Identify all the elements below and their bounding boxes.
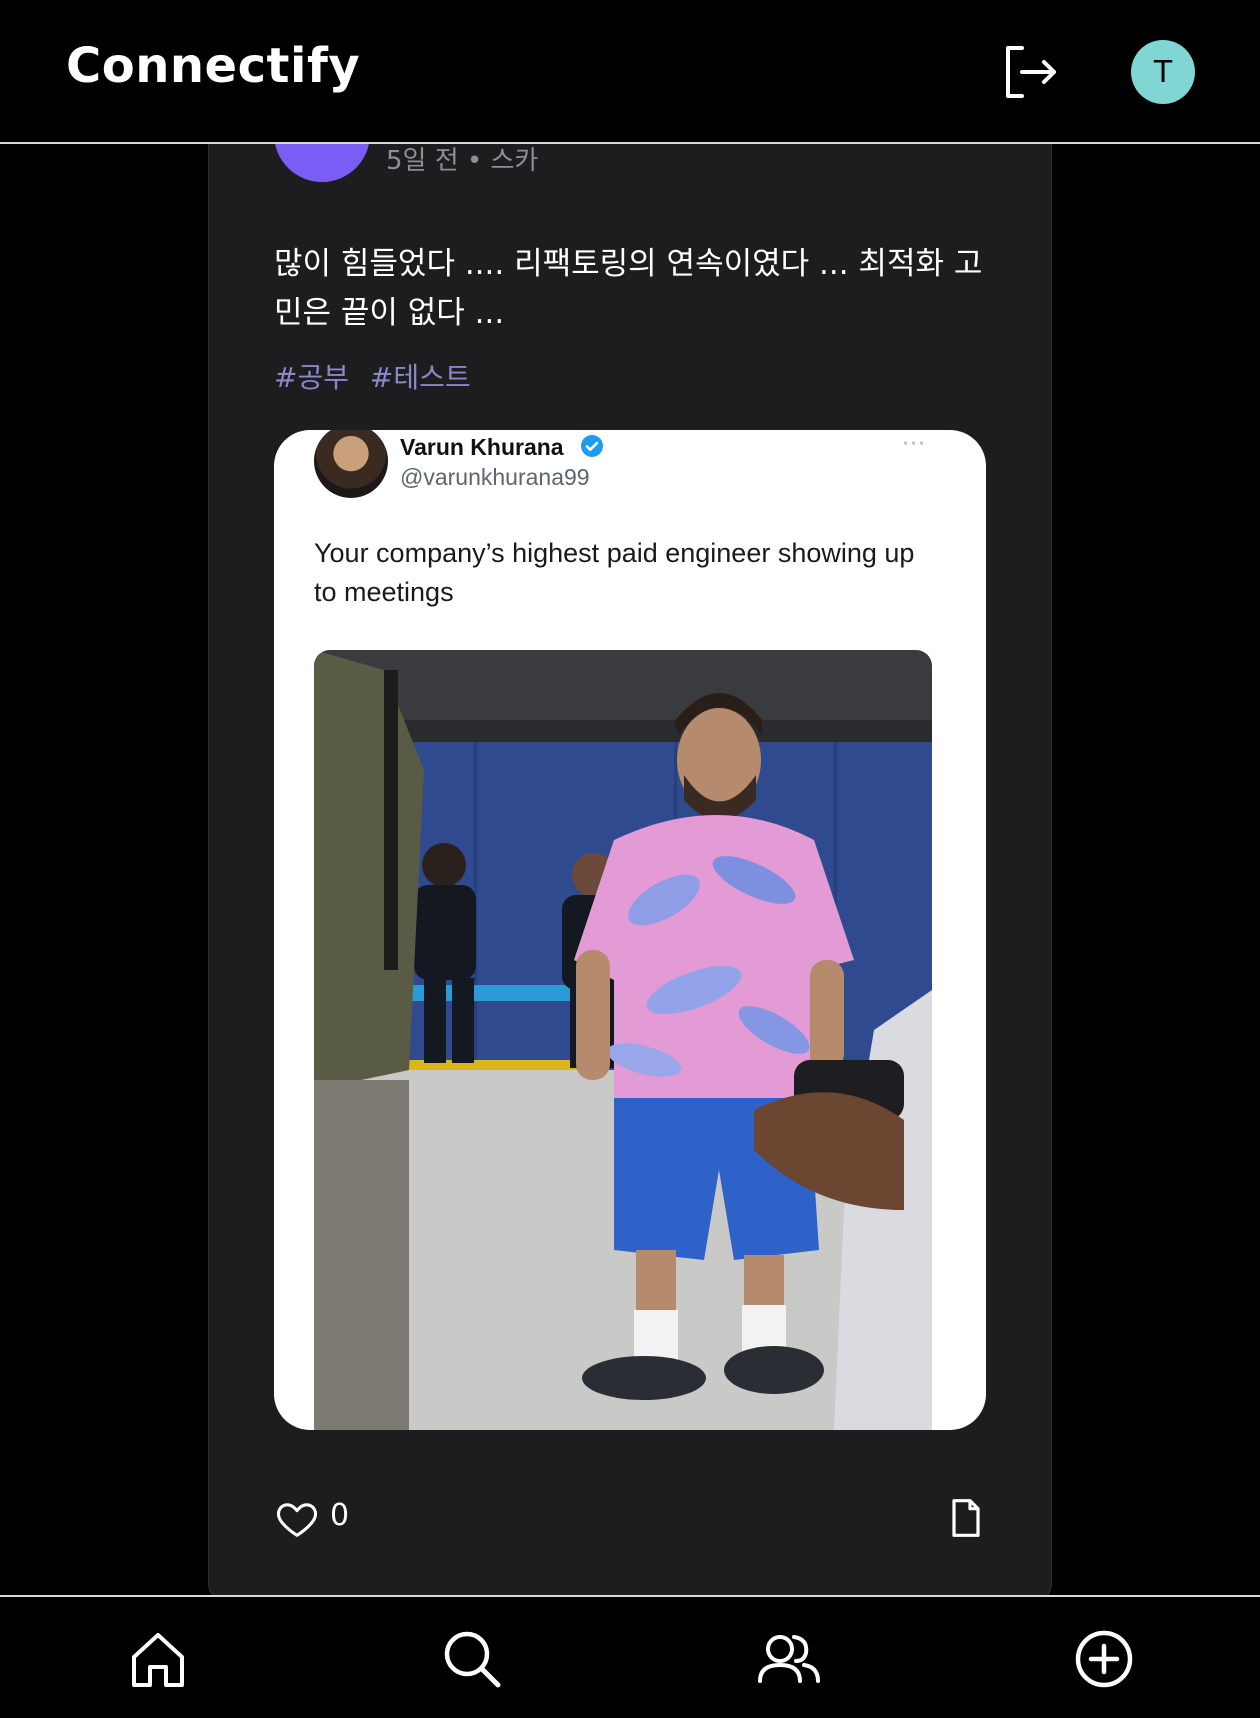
like-count: 0 (330, 1498, 350, 1533)
document-icon[interactable] (950, 1498, 982, 1538)
add-circle-icon[interactable] (1072, 1627, 1136, 1691)
photo-illustration (314, 650, 932, 1430)
home-icon[interactable] (126, 1627, 190, 1691)
post-image[interactable]: Varun Khurana @varunkhurana99 ··· Your c… (274, 430, 986, 1430)
app-logo[interactable]: Connectify (66, 38, 360, 94)
hashtag[interactable]: #공부 (274, 361, 349, 394)
verified-icon (581, 435, 603, 457)
embed-author-handle: @varunkhurana99 (400, 464, 590, 490)
post-text: 많이 힘들었다 .... 리팩토링의 연속이였다 ... 최적화 고민은 끝이 … (274, 246, 983, 331)
post-meta: 5일 전 • 스카 (386, 146, 539, 176)
embed-author-avatar (314, 430, 388, 498)
bottom-navigation (0, 1595, 1260, 1718)
hashtag-list: #공부 #테스트 (274, 356, 483, 396)
embed-author-name: Varun Khurana (400, 434, 564, 460)
logout-icon[interactable] (1000, 42, 1060, 102)
user-avatar[interactable]: T (1131, 40, 1195, 104)
heart-icon[interactable] (274, 1496, 320, 1542)
friends-icon[interactable] (754, 1627, 822, 1691)
hashtag[interactable]: #테스트 (370, 361, 471, 394)
embed-text: Your company’s highest paid engineer sho… (314, 538, 915, 607)
embed-photo (314, 650, 932, 1430)
more-icon: ··· (902, 432, 926, 457)
search-icon[interactable] (440, 1627, 504, 1691)
top-app-bar: Connectify T (0, 0, 1260, 144)
